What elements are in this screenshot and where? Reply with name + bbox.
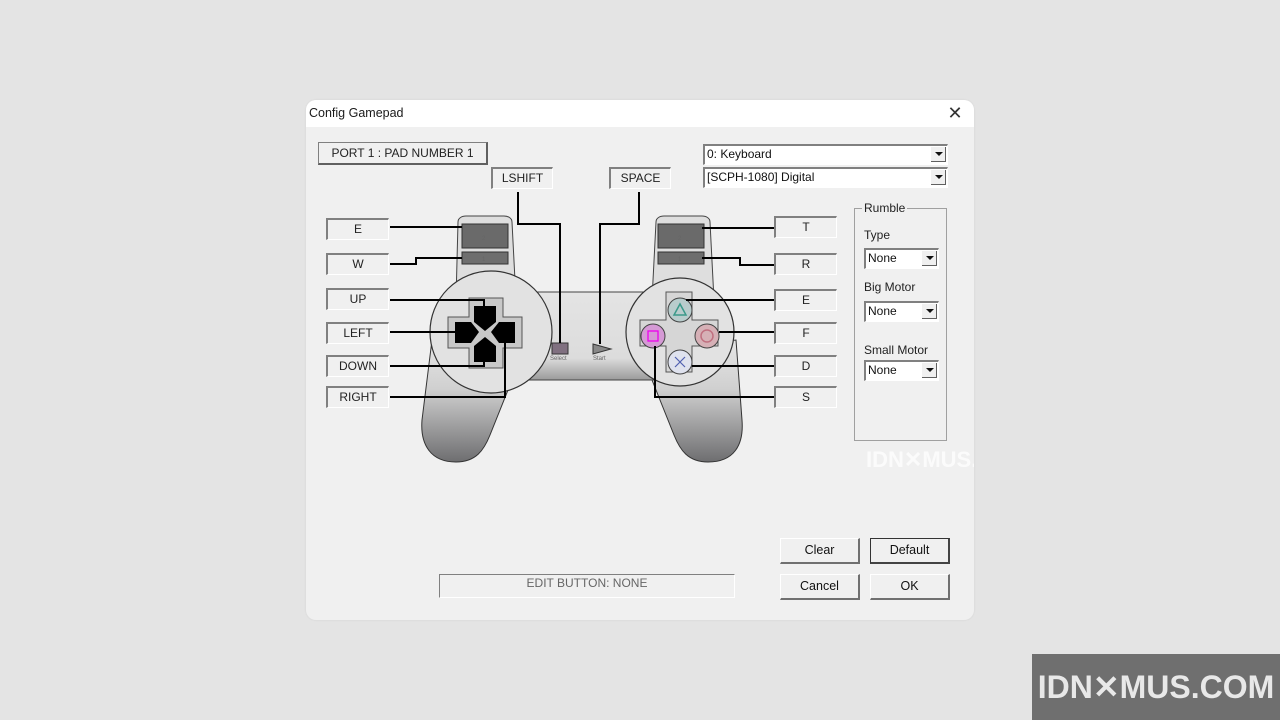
- cross-key-field[interactable]: D: [774, 355, 837, 377]
- chevron-down-icon[interactable]: [922, 304, 937, 319]
- clear-button[interactable]: Clear: [780, 538, 860, 564]
- config-gamepad-dialog: Config Gamepad ✕ 2 1 2 1 Select Start ID…: [306, 100, 974, 620]
- inline-watermark: IDN✕MUS.COM: [866, 447, 974, 472]
- triangle-button: [667, 297, 693, 323]
- cancel-button[interactable]: Cancel: [780, 574, 860, 600]
- circle-button: [694, 323, 720, 349]
- small-motor-label: Small Motor: [864, 343, 929, 357]
- l2-key-field[interactable]: E: [326, 218, 389, 240]
- chevron-down-icon[interactable]: [931, 147, 946, 162]
- start-label: Start: [593, 356, 606, 362]
- up-key-field[interactable]: UP: [326, 288, 389, 310]
- ok-button[interactable]: OK: [870, 574, 950, 600]
- right-key-field[interactable]: RIGHT: [326, 386, 389, 408]
- big-motor-value: None: [868, 304, 897, 318]
- r2-key-field[interactable]: T: [774, 216, 837, 238]
- chevron-down-icon[interactable]: [931, 170, 946, 185]
- rumble-type-value: None: [868, 251, 897, 265]
- square-key-field[interactable]: S: [774, 386, 837, 408]
- edit-button-status: EDIT BUTTON: NONE: [439, 574, 735, 598]
- select-button: [551, 342, 569, 355]
- small-motor-value: None: [868, 363, 897, 377]
- watermark-logo: IDN✕MUS.COM: [1032, 654, 1280, 720]
- port-label: PORT 1 : PAD NUMBER 1: [318, 142, 488, 165]
- circle-key-field[interactable]: F: [774, 322, 837, 344]
- square-button: [640, 323, 666, 349]
- pad-type-select[interactable]: [SCPH-1080] Digital: [703, 167, 948, 188]
- rumble-type-label: Type: [864, 228, 891, 242]
- l1-key-field[interactable]: W: [326, 253, 389, 275]
- small-motor-select[interactable]: None: [864, 360, 939, 381]
- chevron-down-icon[interactable]: [922, 363, 937, 378]
- big-motor-select[interactable]: None: [864, 301, 939, 322]
- rumble-group: [854, 208, 947, 441]
- triangle-key-field[interactable]: E: [774, 289, 837, 311]
- start-key-field[interactable]: SPACE: [609, 167, 671, 189]
- r1-key-field[interactable]: R: [774, 253, 837, 275]
- device-select-value: 0: Keyboard: [707, 147, 772, 161]
- down-key-field[interactable]: DOWN: [326, 355, 389, 377]
- rumble-title: Rumble: [862, 201, 908, 215]
- select-key-field[interactable]: LSHIFT: [491, 167, 553, 189]
- big-motor-label: Big Motor: [864, 280, 916, 294]
- pad-type-select-value: [SCPH-1080] Digital: [707, 170, 815, 184]
- device-select[interactable]: 0: Keyboard: [703, 144, 948, 165]
- left-key-field[interactable]: LEFT: [326, 322, 389, 344]
- chevron-down-icon[interactable]: [922, 251, 937, 266]
- select-label: Select: [550, 356, 567, 362]
- default-button[interactable]: Default: [870, 538, 950, 564]
- rumble-type-select[interactable]: None: [864, 248, 939, 269]
